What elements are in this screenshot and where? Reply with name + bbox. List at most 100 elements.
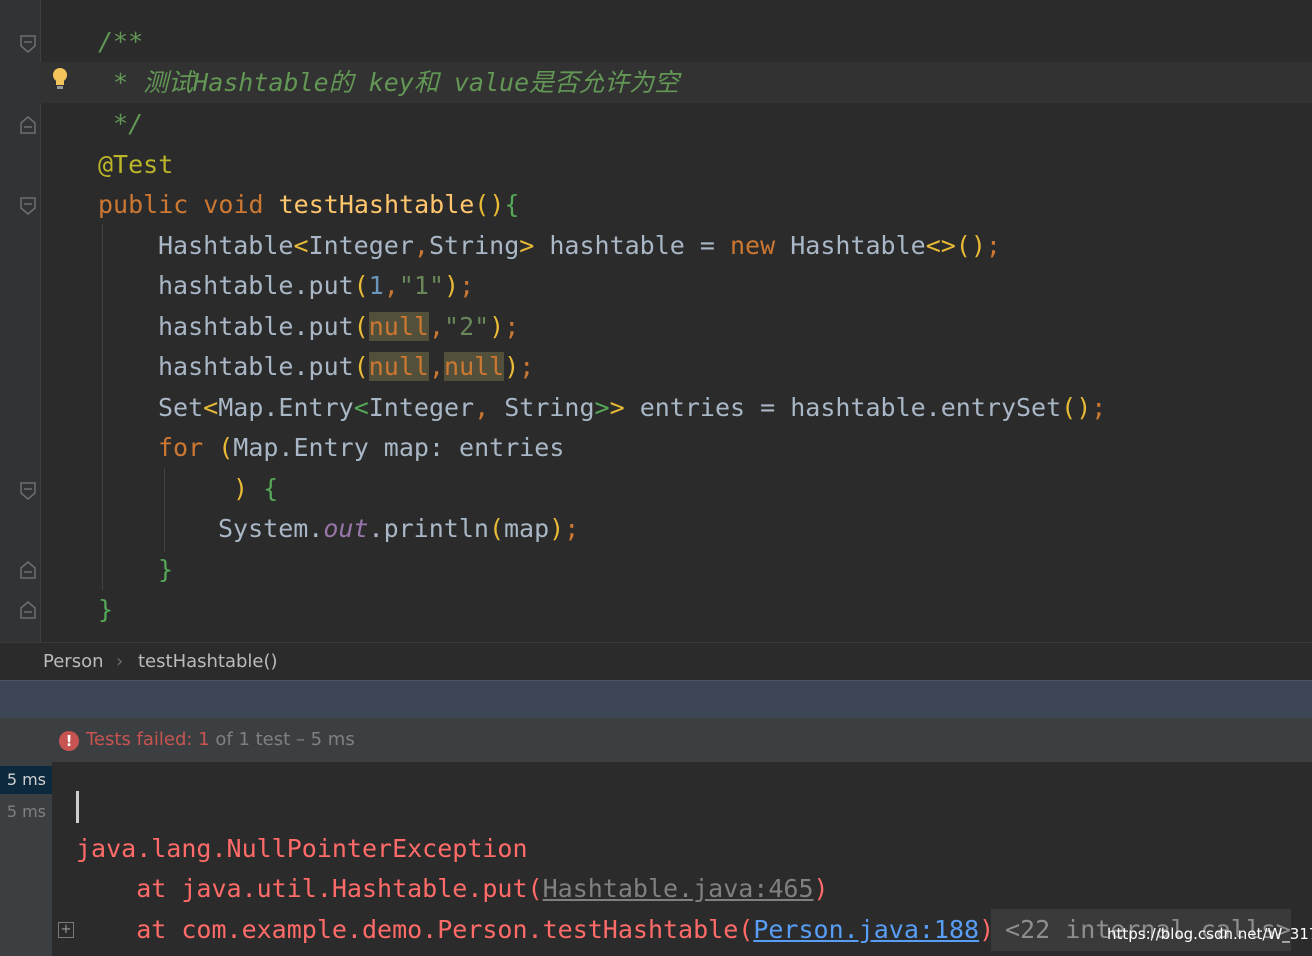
error-icon: ! <box>59 731 79 751</box>
stack-frame: at java.util.Hashtable.put(Hashtable.jav… <box>76 874 829 903</box>
code-token: ( <box>218 433 234 462</box>
code-token: , <box>474 393 505 422</box>
test-duration: 5 ms <box>6 770 46 789</box>
code-token: () <box>1061 393 1092 422</box>
code-token: "2" <box>444 312 490 341</box>
code-token: ) <box>444 271 460 300</box>
breadcrumb-method[interactable]: testHashtable() <box>138 651 278 672</box>
code-token: .println <box>368 514 489 543</box>
code-token: ( <box>353 352 369 381</box>
exception-line: java.lang.NullPointerException <box>76 834 528 863</box>
code-token: { <box>263 474 279 503</box>
code-line[interactable]: System.out.println(map); <box>218 509 579 549</box>
code-line[interactable]: * 测试Hashtable的 key和 value是否允许为空 <box>98 63 679 103</box>
code-token: ( <box>353 271 369 300</box>
code-line[interactable]: } <box>98 590 113 630</box>
stack-frame-link[interactable]: Person.java:188 <box>753 915 979 944</box>
code-token: ) <box>504 352 520 381</box>
code-token: hashtable.put <box>158 271 354 300</box>
code-token: entries = hashtable.entrySet <box>624 393 1062 422</box>
code-token: , <box>428 352 445 381</box>
code-token: <> <box>925 231 956 260</box>
code-token: 1 <box>368 271 384 300</box>
code-token: @Test <box>98 150 174 179</box>
tests-failed-label: Tests failed: 1 <box>86 729 210 750</box>
code-token: ; <box>459 271 475 300</box>
code-token: ; <box>1091 393 1107 422</box>
tests-summary-label: of 1 test – 5 ms <box>209 729 355 750</box>
code-line[interactable]: public void testHashtable(){ <box>98 185 519 225</box>
breadcrumb-class[interactable]: Person <box>43 651 104 672</box>
code-token: public void <box>98 190 279 219</box>
code-editor[interactable]: /** * 测试Hashtable的 key和 value是否允许为空 */ @… <box>0 0 1312 642</box>
code-token: String <box>504 393 595 422</box>
code-token: ; <box>504 312 520 341</box>
code-token: Integer <box>308 231 414 260</box>
code-token: ( <box>488 514 504 543</box>
code-token: Map.Entry map: entries <box>233 433 565 462</box>
stack-frame: at com.example.demo.Person.testHashtable… <box>76 915 995 944</box>
editor-gutter <box>0 0 41 642</box>
fold-start-icon[interactable] <box>20 197 36 215</box>
code-token: > <box>609 393 625 422</box>
code-token: ) <box>489 312 505 341</box>
stack-frame-link[interactable]: Hashtable.java:465 <box>543 874 814 903</box>
code-token: > <box>594 393 610 422</box>
text-cursor <box>76 791 79 823</box>
indent-guide <box>164 468 165 552</box>
code-token: hashtable.put <box>158 352 354 381</box>
code-line[interactable]: for (Map.Entry map: entries <box>158 428 564 468</box>
test-tree: 5 ms 5 ms <box>0 762 52 956</box>
fold-end-icon[interactable] <box>20 116 36 134</box>
test-duration: 5 ms <box>6 802 46 821</box>
fold-end-icon[interactable] <box>20 561 36 579</box>
test-status-bar: ! Tests failed: 1 of 1 test – 5 ms <box>0 718 1312 763</box>
code-token: () <box>955 231 986 260</box>
code-token: hashtable.put <box>158 312 354 341</box>
code-token: hashtable = <box>534 231 730 260</box>
expand-icon[interactable]: + <box>58 922 74 938</box>
code-line[interactable]: } <box>158 550 173 590</box>
code-token: } <box>98 595 114 624</box>
code-line[interactable]: hashtable.put(1,"1"); <box>158 266 474 306</box>
test-tree-row-selected[interactable]: 5 ms <box>0 766 52 794</box>
code-token: * 测试Hashtable的 key和 value是否允许为空 <box>98 68 680 97</box>
code-token: Hashtable <box>158 231 294 260</box>
code-token: ) <box>549 514 565 543</box>
breadcrumb: Person › testHashtable() <box>0 642 1312 681</box>
code-line[interactable]: Hashtable<Integer,String> hashtable = ne… <box>158 226 1001 266</box>
code-line[interactable]: ) { <box>233 469 278 509</box>
code-token: Map.Entry <box>218 393 354 422</box>
lightbulb-intention-icon[interactable] <box>50 66 70 92</box>
code-token: ) <box>233 474 264 503</box>
code-line[interactable]: hashtable.put(null,null); <box>158 347 534 387</box>
code-token: null <box>444 352 505 381</box>
code-token: , <box>383 271 399 300</box>
code-token: ( <box>353 312 369 341</box>
code-token: null <box>368 312 429 341</box>
code-line[interactable]: */ <box>98 104 143 144</box>
code-token: out <box>323 514 369 543</box>
code-token: > <box>519 231 535 260</box>
fold-end-icon[interactable] <box>20 601 36 619</box>
code-token: () <box>474 190 505 219</box>
fold-start-icon[interactable] <box>20 35 36 53</box>
code-token: for <box>158 433 219 462</box>
code-token: "1" <box>398 271 445 300</box>
fold-start-icon[interactable] <box>20 482 36 500</box>
code-token: Set <box>158 393 204 422</box>
code-line[interactable]: @Test <box>98 145 173 185</box>
indent-guide <box>102 224 103 590</box>
watermark: https://blog.csdn.net/W_317 <box>1107 925 1312 943</box>
code-token: */ <box>98 109 144 138</box>
code-token: , <box>428 312 445 341</box>
code-line[interactable]: /** <box>98 22 143 62</box>
code-token: ; <box>564 514 580 543</box>
breadcrumb-separator-icon: › <box>116 651 124 672</box>
tool-window-header[interactable] <box>0 680 1312 719</box>
code-token: testHashtable <box>278 190 475 219</box>
code-line[interactable]: hashtable.put(null,"2"); <box>158 307 519 347</box>
code-line[interactable]: Set<Map.Entry<Integer, String>> entries … <box>158 388 1106 428</box>
test-tree-row[interactable]: 5 ms <box>0 798 52 826</box>
code-token: Hashtable <box>790 231 926 260</box>
